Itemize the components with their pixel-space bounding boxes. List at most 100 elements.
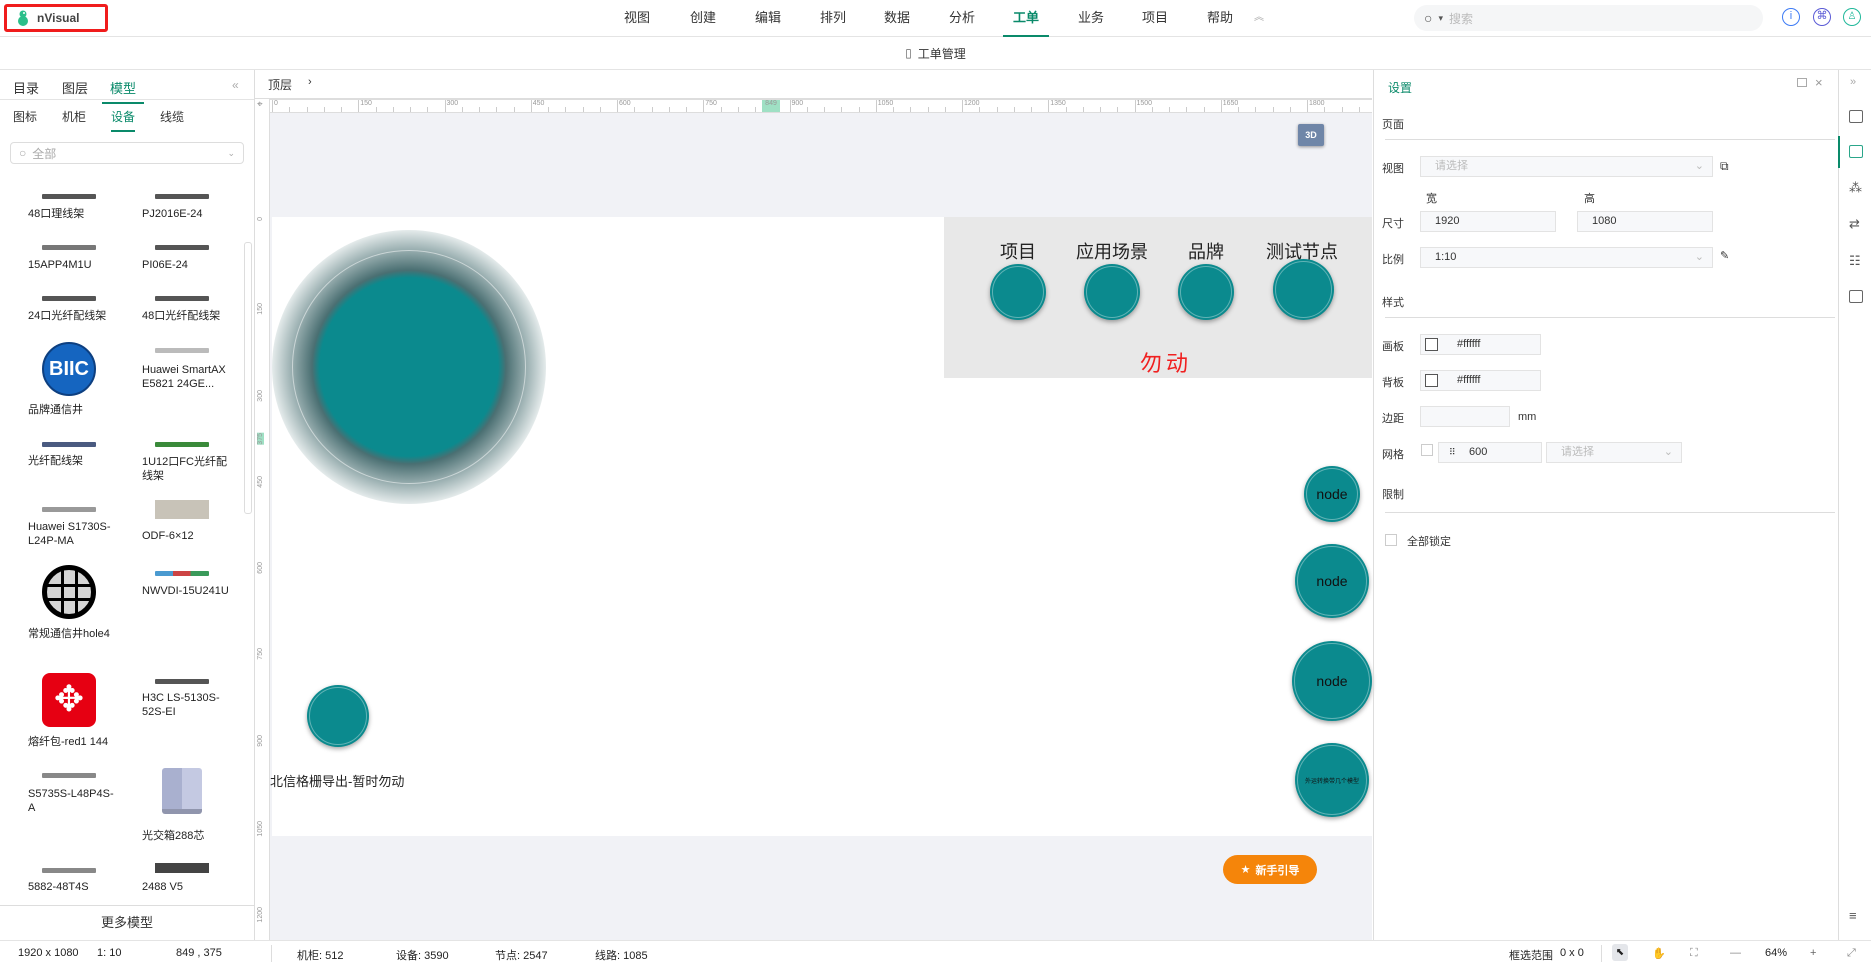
subtab-cables[interactable]: 线缆 [160, 108, 184, 125]
fullscreen-icon[interactable]: ⤢ [1847, 947, 1856, 960]
node-1[interactable]: node [1304, 466, 1360, 522]
model-item[interactable] [155, 442, 209, 447]
height-input[interactable]: 1080 [1577, 211, 1713, 232]
grid-checkbox[interactable] [1421, 444, 1433, 456]
model-item-label[interactable]: 1U12口FC光纤配线架 [142, 455, 234, 483]
model-item-label[interactable]: NWVDI-15U241U [142, 584, 234, 598]
small-node[interactable] [307, 685, 369, 747]
cabinet-thumbnail[interactable] [162, 768, 202, 814]
subtab-icons[interactable]: 图标 [13, 108, 37, 125]
tab-catalog[interactable]: 目录 [13, 78, 39, 97]
zoom-out-button[interactable]: — [1730, 947, 1741, 959]
model-item[interactable] [42, 868, 96, 873]
model-item-label[interactable]: Huawei SmartAX E5821 24GE... [142, 363, 234, 391]
breadcrumb-top[interactable]: 顶层 [268, 76, 292, 93]
legend-node-project[interactable] [990, 264, 1046, 320]
model-item-label[interactable]: Huawei S1730S-L24P-MA [28, 520, 120, 548]
pointer-tool-icon[interactable]: ⬉ [1612, 944, 1628, 961]
model-item-label[interactable]: H3C LS-5130S-52S-EI [142, 691, 234, 719]
nav-workorder[interactable]: 工单 [1002, 0, 1050, 37]
menu-icon[interactable]: ≡ [1849, 908, 1857, 923]
server-thumbnail[interactable] [155, 863, 209, 873]
settings-list-icon[interactable] [1849, 145, 1863, 158]
edit-icon[interactable]: ✎ [1720, 249, 1729, 262]
close-icon[interactable]: × [1815, 75, 1823, 90]
search-input[interactable]: 搜索 [1449, 10, 1473, 27]
model-item-label[interactable]: 2488 V5 [142, 880, 234, 894]
model-item[interactable] [42, 442, 96, 447]
model-item-label[interactable]: ODF-6×12 [142, 529, 234, 543]
model-item-label[interactable]: PI06E-24 [142, 258, 234, 272]
legend-node-scene[interactable] [1084, 264, 1140, 320]
subtab-devices[interactable]: 设备 [111, 108, 136, 132]
model-item[interactable] [42, 296, 96, 301]
color-swatch[interactable] [1425, 374, 1438, 387]
scale-select[interactable]: 1:10 ⌄ [1420, 247, 1713, 268]
model-item-label[interactable]: 光交箱288芯 [142, 829, 234, 843]
grid-size-input[interactable]: ⠿ 600 [1438, 442, 1542, 463]
user-icon[interactable]: ♙ [1843, 8, 1861, 26]
maximize-icon[interactable] [1797, 78, 1807, 87]
margin-input[interactable] [1420, 406, 1510, 427]
model-item[interactable] [42, 507, 96, 512]
more-models-button[interactable]: 更多模型 [0, 905, 254, 940]
nav-analysis[interactable]: 分析 [949, 0, 975, 37]
tab-models[interactable]: 模型 [102, 78, 145, 104]
info-icon[interactable]: i [1782, 8, 1800, 26]
guide-button[interactable]: ★ 新手引导 [1223, 855, 1317, 884]
nav-edit[interactable]: 编辑 [755, 0, 781, 37]
nav-data[interactable]: 数据 [884, 0, 910, 37]
search-box[interactable]: ○ ▾ 搜索 [1414, 5, 1763, 31]
topology-icon[interactable]: ⁂ [1849, 180, 1862, 196]
chevron-down-icon[interactable]: ▾ [1438, 13, 1443, 24]
legend-node-brand[interactable] [1178, 264, 1234, 320]
app-logo[interactable]: nVisual [4, 4, 108, 32]
model-item-label[interactable]: 光纤配线架 [28, 454, 120, 468]
model-item-label[interactable]: 5882-48T4S [28, 880, 120, 894]
model-item[interactable] [155, 571, 209, 576]
copy-icon[interactable]: ⧉ [1720, 159, 1729, 174]
model-item[interactable] [155, 245, 209, 250]
model-item-label[interactable]: 常规通信井hole4 [28, 627, 120, 641]
horizontal-ruler[interactable]: 0 150 300 450 600 750 849 900 1050 1200 1350 1500 16… [270, 99, 1372, 113]
hierarchy-icon[interactable]: ☷ [1849, 253, 1861, 269]
model-item-label[interactable]: 24口光纤配线架 [28, 309, 120, 323]
model-item-label[interactable]: 48口光纤配线架 [142, 309, 234, 323]
model-item[interactable] [155, 296, 209, 301]
model-item[interactable] [42, 773, 96, 778]
model-item-label[interactable]: PJ2016E-24 [142, 207, 234, 221]
model-item[interactable] [42, 245, 96, 250]
chevron-down-icon[interactable]: ⌄ [227, 148, 235, 159]
subtab-cabinets[interactable]: 机柜 [62, 108, 86, 125]
3d-view-button[interactable]: 3D [1298, 124, 1324, 146]
model-item-label[interactable]: 48口理线架 [28, 207, 120, 221]
vertical-ruler[interactable]: 0 150 300 375 450 600 750 900 1050 1200 [255, 99, 270, 940]
model-item[interactable] [155, 679, 209, 684]
model-item[interactable] [155, 194, 209, 199]
biic-logo-icon[interactable]: BIIC [42, 342, 96, 396]
model-item-label[interactable]: 品牌通信井 [28, 403, 120, 417]
model-filter-input[interactable]: 全部 [32, 145, 56, 162]
node-3[interactable]: node [1292, 641, 1372, 721]
width-input[interactable]: 1920 [1420, 211, 1556, 232]
large-node[interactable] [272, 230, 546, 504]
expand-right-icon[interactable]: » [1850, 76, 1856, 88]
model-item-label[interactable]: S5735S-L48P4S-A [28, 787, 120, 815]
tab-layers[interactable]: 图层 [62, 78, 88, 97]
nav-help[interactable]: 帮助 [1207, 0, 1233, 37]
chevron-right-icon[interactable]: › [308, 76, 312, 88]
odf-thumbnail[interactable] [155, 500, 209, 519]
board-color-input[interactable]: #ffffff [1420, 334, 1541, 355]
collapse-left-icon[interactable]: « [232, 78, 239, 92]
chevrons-up-icon[interactable]: ︽ [1254, 0, 1264, 37]
model-item[interactable] [155, 348, 209, 353]
nav-business[interactable]: 业务 [1078, 0, 1104, 37]
nav-project[interactable]: 项目 [1142, 0, 1168, 37]
ruler-origin-icon[interactable]: ⌖ [257, 99, 263, 110]
monitor-icon[interactable] [1849, 290, 1863, 303]
grid-type-select[interactable]: 请选择 ⌄ [1546, 442, 1682, 463]
lock-all-checkbox[interactable] [1385, 534, 1397, 546]
nav-create[interactable]: 创建 [690, 0, 716, 37]
model-item-label[interactable]: 熔纤包-red1 144 [28, 735, 120, 749]
scrollbar[interactable] [244, 242, 252, 514]
